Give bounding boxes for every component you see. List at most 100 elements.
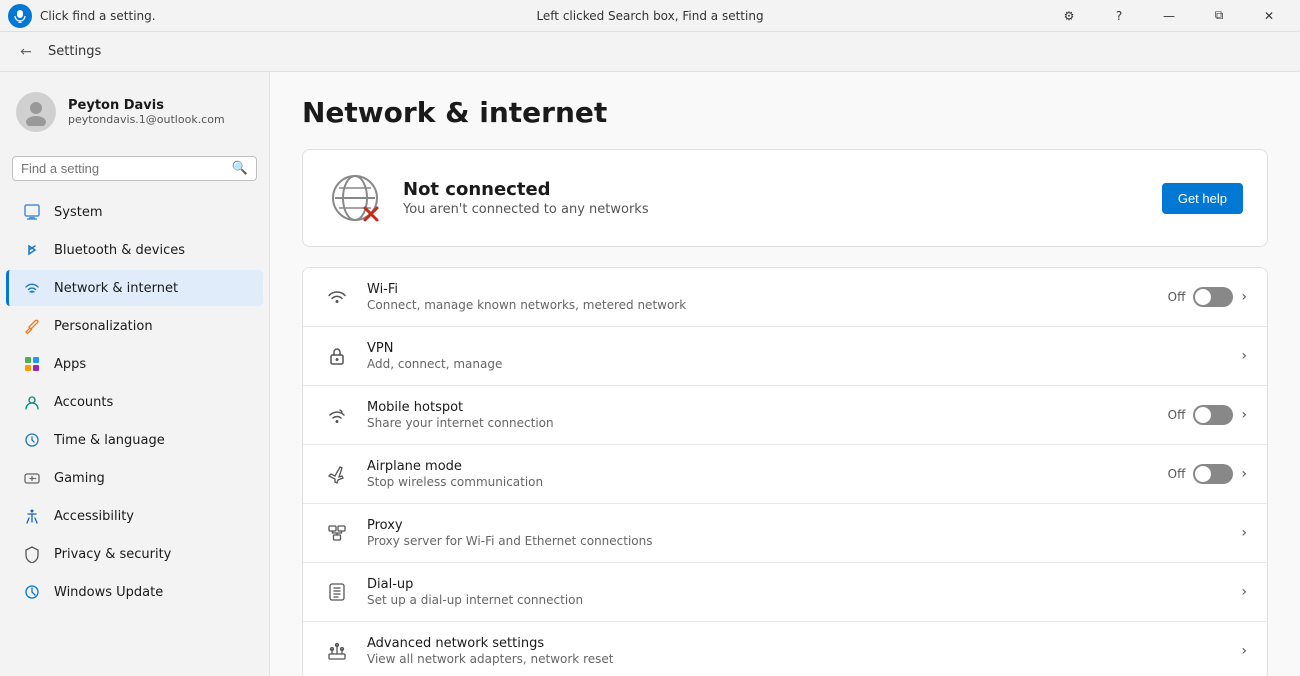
hotspot-right: Off ›	[1168, 405, 1247, 425]
wifi-chevron: ›	[1241, 289, 1247, 305]
user-profile[interactable]: Peyton Davis peytondavis.1@outlook.com	[0, 80, 269, 144]
nav-label-gaming: Gaming	[54, 471, 105, 486]
vpn-chevron: ›	[1241, 348, 1247, 364]
privacy-icon	[22, 544, 42, 564]
hotspot-info: Mobile hotspot Share your internet conne…	[367, 400, 1152, 430]
dialup-info: Dial-up Set up a dial-up internet connec…	[367, 577, 1225, 607]
advanced-network-icon	[323, 637, 351, 665]
search-box[interactable]: 🔍	[12, 156, 257, 181]
airplane-toggle-label: Off	[1168, 467, 1186, 481]
nav-label-accessibility: Accessibility	[54, 509, 134, 524]
settings-item-dialup[interactable]: Dial-up Set up a dial-up internet connec…	[303, 563, 1267, 622]
nav-item-network[interactable]: Network & internet	[6, 270, 263, 306]
nav-label-bluetooth: Bluetooth & devices	[54, 243, 185, 258]
wifi-desc: Connect, manage known networks, metered …	[367, 298, 1152, 312]
nav-label-network: Network & internet	[54, 281, 178, 296]
avatar	[16, 92, 56, 132]
titlebar-controls: ⚙ ? — ⧉ ✕	[1046, 0, 1292, 32]
globe-icon	[327, 170, 383, 226]
proxy-chevron: ›	[1241, 525, 1247, 541]
advanced-network-info: Advanced network settings View all netwo…	[367, 636, 1225, 666]
nav-item-bluetooth[interactable]: Bluetooth & devices	[6, 232, 263, 268]
minimize-button[interactable]: —	[1146, 0, 1192, 32]
restore-button[interactable]: ⧉	[1196, 0, 1242, 32]
vpn-icon	[323, 342, 351, 370]
advanced-network-title: Advanced network settings	[367, 636, 1225, 651]
nav-item-accessibility[interactable]: Accessibility	[6, 498, 263, 534]
help-icon-btn[interactable]: ?	[1096, 0, 1142, 32]
get-help-button[interactable]: Get help	[1162, 183, 1243, 214]
navbar: ← Settings	[0, 32, 1300, 72]
airplane-toggle[interactable]	[1193, 464, 1233, 484]
dialup-icon	[323, 578, 351, 606]
nav-label-windows-update: Windows Update	[54, 585, 163, 600]
wifi-right: Off ›	[1168, 287, 1247, 307]
nav-label-system: System	[54, 205, 102, 220]
hotspot-chevron: ›	[1241, 407, 1247, 423]
wifi-toggle[interactable]	[1193, 287, 1233, 307]
wifi-toggle-label: Off	[1168, 290, 1186, 304]
windows-update-icon	[22, 582, 42, 602]
nav-item-windows-update[interactable]: Windows Update	[6, 574, 263, 610]
search-input[interactable]	[21, 161, 226, 176]
advanced-network-desc: View all network adapters, network reset	[367, 652, 1225, 666]
settings-item-wifi[interactable]: Wi-Fi Connect, manage known networks, me…	[303, 268, 1267, 327]
vpn-info: VPN Add, connect, manage	[367, 341, 1225, 371]
mic-icon[interactable]	[8, 4, 32, 28]
dialup-right: ›	[1241, 584, 1247, 600]
main-content: Network & internet Not	[270, 72, 1300, 676]
nav-label-apps: Apps	[54, 357, 86, 372]
wifi-icon	[323, 283, 351, 311]
nav-label-time: Time & language	[54, 433, 165, 448]
airplane-desc: Stop wireless communication	[367, 475, 1152, 489]
navbar-title: Settings	[48, 44, 101, 59]
network-icon	[22, 278, 42, 298]
nav-item-personalization[interactable]: Personalization	[6, 308, 263, 344]
proxy-desc: Proxy server for Wi-Fi and Ethernet conn…	[367, 534, 1225, 548]
connection-status-card: Not connected You aren't connected to an…	[302, 149, 1268, 247]
hotspot-icon	[323, 401, 351, 429]
hotspot-toggle[interactable]	[1193, 405, 1233, 425]
airplane-right: Off ›	[1168, 464, 1247, 484]
wifi-info: Wi-Fi Connect, manage known networks, me…	[367, 282, 1152, 312]
apps-icon	[22, 354, 42, 374]
back-button[interactable]: ←	[12, 38, 40, 66]
settings-icon-btn[interactable]: ⚙	[1046, 0, 1092, 32]
dialup-title: Dial-up	[367, 577, 1225, 592]
advanced-network-chevron: ›	[1241, 643, 1247, 659]
proxy-icon	[323, 519, 351, 547]
airplane-chevron: ›	[1241, 466, 1247, 482]
dialup-desc: Set up a dial-up internet connection	[367, 593, 1225, 607]
airplane-icon	[323, 460, 351, 488]
close-button[interactable]: ✕	[1246, 0, 1292, 32]
settings-item-advanced-network[interactable]: Advanced network settings View all netwo…	[303, 622, 1267, 676]
titlebar: Click find a setting. Left clicked Searc…	[0, 0, 1300, 32]
app-container: ← Settings Peyton Davis peytondavis.1@ou…	[0, 32, 1300, 676]
settings-item-proxy[interactable]: Proxy Proxy server for Wi-Fi and Etherne…	[303, 504, 1267, 563]
advanced-network-right: ›	[1241, 643, 1247, 659]
vpn-desc: Add, connect, manage	[367, 357, 1225, 371]
nav-item-time[interactable]: Time & language	[6, 422, 263, 458]
bluetooth-icon	[22, 240, 42, 260]
settings-list: Wi-Fi Connect, manage known networks, me…	[302, 267, 1268, 676]
system-icon	[22, 202, 42, 222]
vpn-right: ›	[1241, 348, 1247, 364]
nav-item-gaming[interactable]: Gaming	[6, 460, 263, 496]
accounts-icon	[22, 392, 42, 412]
content-area: Peyton Davis peytondavis.1@outlook.com 🔍…	[0, 72, 1300, 676]
gaming-icon	[22, 468, 42, 488]
proxy-info: Proxy Proxy server for Wi-Fi and Etherne…	[367, 518, 1225, 548]
time-icon	[22, 430, 42, 450]
nav-item-system[interactable]: System	[6, 194, 263, 230]
settings-item-airplane-mode[interactable]: Airplane mode Stop wireless communicatio…	[303, 445, 1267, 504]
nav-item-apps[interactable]: Apps	[6, 346, 263, 382]
search-icon: 🔍	[232, 161, 248, 176]
connection-subtitle: You aren't connected to any networks	[403, 202, 1142, 217]
user-email: peytondavis.1@outlook.com	[68, 113, 225, 126]
dialup-chevron: ›	[1241, 584, 1247, 600]
nav-item-privacy[interactable]: Privacy & security	[6, 536, 263, 572]
settings-item-vpn[interactable]: VPN Add, connect, manage ›	[303, 327, 1267, 386]
settings-item-mobile-hotspot[interactable]: Mobile hotspot Share your internet conne…	[303, 386, 1267, 445]
accessibility-icon	[22, 506, 42, 526]
nav-item-accounts[interactable]: Accounts	[6, 384, 263, 420]
